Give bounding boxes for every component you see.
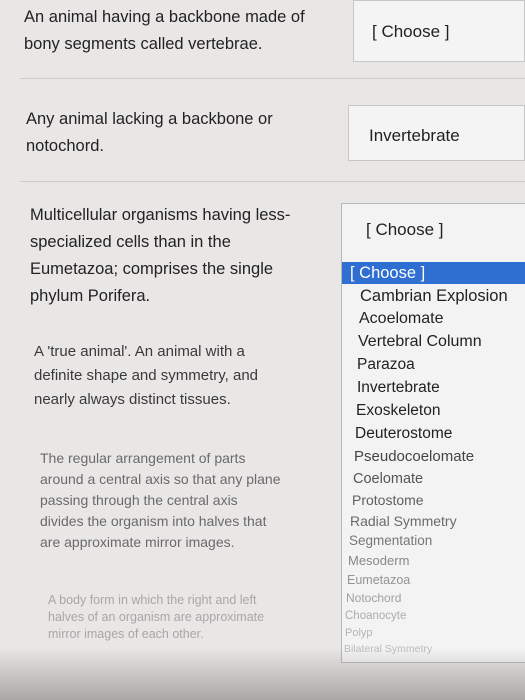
option-label: Invertebrate [357, 379, 440, 396]
question-1-text: An animal having a backbone made of bony… [24, 4, 305, 58]
option-label: Parazoa [357, 356, 415, 373]
question-5-line: around a central axis so that any plane [40, 471, 281, 487]
option-label: Vertebral Column [358, 333, 482, 350]
question-3-line: Eumetazoa; comprises the single [30, 260, 274, 278]
dropdown-option[interactable]: Pseudocoelomate [342, 446, 525, 468]
question-2-answer-value: Invertebrate [369, 126, 460, 145]
question-5-line: divides the organism into halves that [40, 513, 267, 529]
dropdown-option[interactable]: Deuterostome [342, 423, 525, 445]
option-label: Acoelomate [359, 310, 444, 327]
question-2-answer-select[interactable]: Invertebrate [348, 105, 525, 161]
dropdown-option[interactable]: Parazoa [342, 354, 525, 376]
question-5-line: passing through the central axis [40, 492, 238, 508]
question-3-line: Multicellular organisms having less- [30, 206, 291, 224]
question-2-line: Any animal lacking a backbone or [26, 110, 273, 128]
question-4-line: nearly always distinct tissues. [34, 391, 231, 408]
option-label: Protostome [352, 492, 424, 508]
dropdown-option[interactable]: Vertebral Column [342, 331, 525, 353]
divider [20, 181, 525, 182]
question-6-text: A body form in which the right and left … [48, 592, 264, 643]
option-label: Pseudocoelomate [354, 448, 475, 465]
screen-edge-shadow [0, 648, 525, 700]
question-3-line: specialized cells than in the [30, 233, 231, 251]
question-2-line: notochord. [26, 137, 104, 155]
answer-dropdown[interactable]: [ Choose ] [ Choose ] Cambrian Explosion… [341, 203, 525, 663]
option-label: Radial Symmetry [350, 513, 457, 529]
question-5-text: The regular arrangement of parts around … [40, 448, 281, 553]
question-4-line: A 'true animal'. An animal with a [34, 343, 245, 360]
question-1-answer-select[interactable]: [ Choose ] [353, 0, 525, 62]
option-label: Deuterostome [355, 425, 453, 442]
question-1-line: bony segments called vertebrae. [24, 35, 263, 53]
question-6-line: A body form in which the right and left [48, 593, 257, 607]
option-label: [ Choose ] [350, 264, 426, 282]
question-1-answer-value: [ Choose ] [372, 22, 450, 41]
question-2-text: Any animal lacking a backbone or notocho… [26, 106, 273, 160]
question-4-text: A 'true animal'. An animal with a defini… [34, 340, 258, 412]
dropdown-option[interactable]: Segmentation [342, 530, 525, 552]
dropdown-option[interactable]: Acoelomate [342, 308, 525, 330]
question-6-line: halves of an organism are approximate [48, 610, 265, 624]
dropdown-option[interactable]: Exoskeleton [342, 400, 525, 422]
dropdown-option-choose[interactable]: [ Choose ] [342, 262, 525, 284]
dropdown-option[interactable]: Cambrian Explosion [342, 285, 525, 307]
divider [20, 78, 525, 79]
question-5-line: are approximate mirror images. [40, 534, 235, 550]
option-label: Exoskeleton [356, 402, 441, 419]
option-label: Cambrian Explosion [360, 287, 508, 305]
option-label: Segmentation [349, 533, 433, 548]
question-5-line: The regular arrangement of parts [40, 450, 246, 466]
dropdown-option[interactable]: Invertebrate [342, 377, 525, 399]
dropdown-option[interactable]: Protostome [342, 489, 525, 511]
question-4-line: definite shape and symmetry, and [34, 367, 259, 384]
dropdown-option[interactable]: Radial Symmetry [342, 510, 525, 532]
question-6-line: mirror images of each other. [48, 627, 204, 641]
question-3-text: Multicellular organisms having less- spe… [30, 202, 290, 310]
question-1-line: An animal having a backbone made of [24, 8, 305, 26]
dropdown-current-value[interactable]: [ Choose ] [342, 204, 525, 258]
question-3-line: phylum Porifera. [30, 287, 151, 305]
dropdown-header-label: [ Choose ] [366, 220, 444, 239]
dropdown-option[interactable]: Coelomate [342, 468, 525, 490]
option-label: Coelomate [353, 471, 424, 487]
